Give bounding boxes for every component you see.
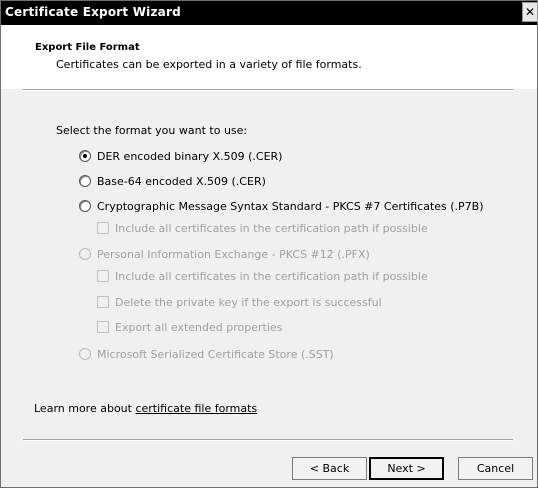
radio-der-option[interactable]: DER encoded binary X.509 (.CER)	[79, 148, 282, 164]
header-divider	[23, 89, 513, 91]
radio-button[interactable]	[79, 175, 91, 187]
format-prompt: Select the format you want to use:	[56, 124, 248, 137]
radio-label: Base-64 encoded X.509 (.CER)	[97, 174, 266, 188]
radio-label: Personal Information Exchange - PKCS #12…	[97, 247, 370, 261]
radio-button	[79, 348, 91, 360]
checkbox-export-extended: Export all extended properties	[97, 319, 282, 335]
page-subtitle: Certificates can be exported in a variet…	[56, 58, 362, 71]
checkbox-label: Include all certificates in the certific…	[115, 221, 428, 235]
page-title: Export File Format	[35, 42, 140, 53]
checkbox-label: Delete the private key if the export is …	[115, 295, 382, 309]
radio-pkcs7-option[interactable]: Cryptographic Message Syntax Standard - …	[79, 198, 484, 214]
learn-more-text: Learn more about	[34, 402, 136, 415]
back-button[interactable]: < Back	[292, 457, 367, 480]
close-icon[interactable]: ✕	[522, 2, 538, 22]
radio-button[interactable]	[79, 150, 91, 162]
certificate-formats-link[interactable]: certificate file formats	[135, 402, 257, 415]
radio-base64-option[interactable]: Base-64 encoded X.509 (.CER)	[79, 173, 266, 189]
checkbox	[97, 296, 109, 308]
footer-divider	[23, 439, 513, 441]
title-bar[interactable]: Certificate Export Wizard ✕	[1, 1, 538, 25]
checkbox-label: Export all extended properties	[115, 320, 283, 334]
cancel-button[interactable]: Cancel	[458, 457, 533, 480]
next-button[interactable]: Next >	[369, 457, 444, 480]
checkbox-delete-private-key: Delete the private key if the export is …	[97, 294, 382, 310]
learn-more: Learn more about certificate file format…	[34, 402, 257, 415]
radio-pfx-option: Personal Information Exchange - PKCS #12…	[79, 246, 370, 262]
checkbox-pfx-include-path: Include all certificates in the certific…	[97, 268, 428, 284]
window-title: Certificate Export Wizard	[5, 5, 181, 19]
checkbox	[97, 222, 109, 234]
radio-button[interactable]	[79, 200, 91, 212]
radio-label: Cryptographic Message Syntax Standard - …	[97, 199, 484, 213]
radio-label: DER encoded binary X.509 (.CER)	[97, 149, 283, 163]
wizard-header: Export File Format Certificates can be e…	[1, 25, 537, 89]
checkbox	[97, 321, 109, 333]
radio-sst-option: Microsoft Serialized Certificate Store (…	[79, 346, 334, 362]
wizard-window: Certificate Export Wizard ✕ Export File …	[0, 0, 538, 488]
radio-label: Microsoft Serialized Certificate Store (…	[97, 347, 334, 361]
checkbox-pkcs7-include-path: Include all certificates in the certific…	[97, 220, 428, 236]
checkbox-label: Include all certificates in the certific…	[115, 269, 428, 283]
checkbox	[97, 270, 109, 282]
radio-button	[79, 248, 91, 260]
